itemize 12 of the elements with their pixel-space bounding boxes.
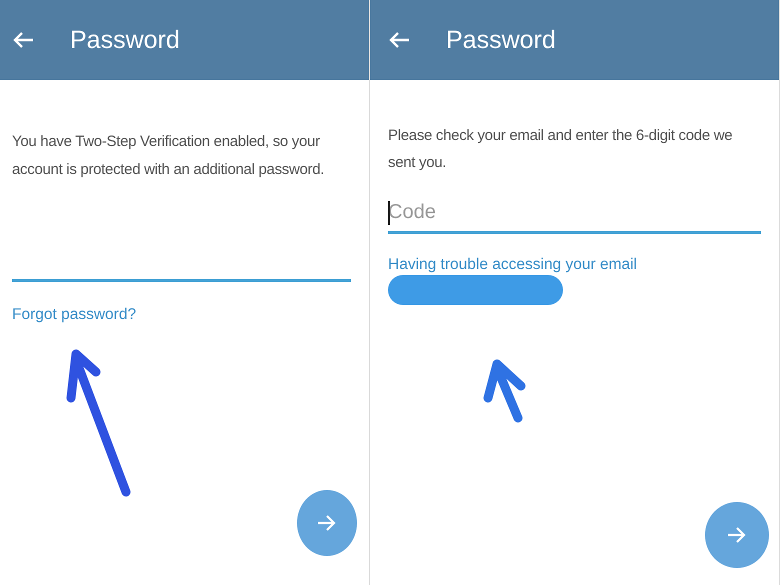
back-icon[interactable] — [388, 31, 410, 49]
arrow-right-icon — [727, 526, 747, 544]
hand-drawn-arrow — [482, 358, 528, 424]
help-link[interactable]: Having trouble accessing your email — [388, 256, 761, 274]
screen-title: Password — [446, 26, 556, 54]
screen-title: Password — [70, 26, 180, 54]
arrow-right-icon — [317, 514, 337, 532]
instruction-text: You have Two-Step Verification enabled, so your account is protected with an additional password. — [12, 132, 326, 180]
input-field[interactable]: Code — [388, 194, 761, 234]
instruction-text: Please check your email and enter the 6-digit code we sent you. — [388, 126, 734, 173]
help-link[interactable]: Forgot password? — [12, 306, 351, 324]
back-icon[interactable] — [12, 31, 34, 49]
